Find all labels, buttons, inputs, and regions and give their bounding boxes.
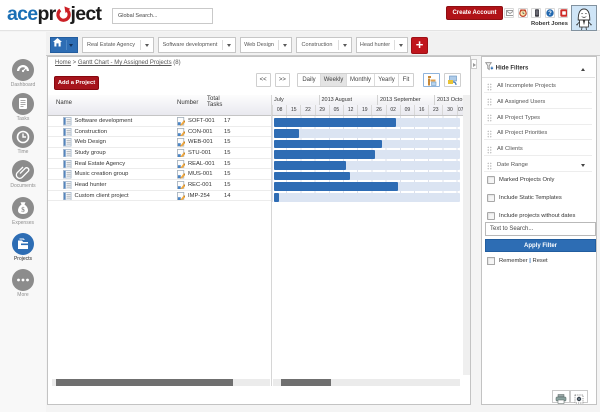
svg-text:?: ? xyxy=(548,11,552,17)
svg-text:$: $ xyxy=(21,206,25,214)
